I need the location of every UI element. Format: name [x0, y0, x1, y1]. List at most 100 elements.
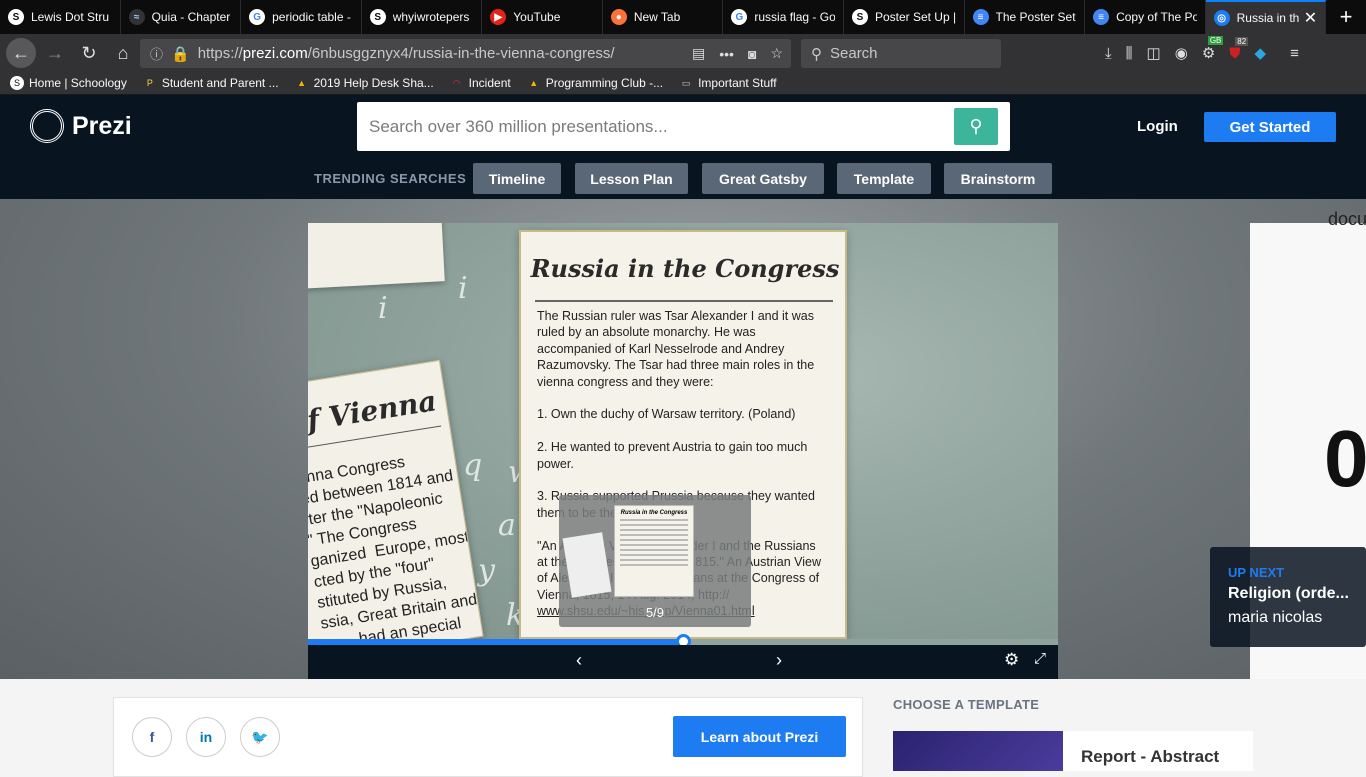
browser-tab[interactable]: ≡ Copy of The Po: [1085, 0, 1206, 34]
new-tab-icon[interactable]: +: [1326, 0, 1366, 34]
url-prefix: https://: [197, 45, 243, 62]
trending-chip-brainstorm[interactable]: Brainstorm: [944, 163, 1052, 194]
reload-button[interactable]: ↻: [74, 38, 104, 68]
settings-gear-icon[interactable]: ⚙: [1004, 650, 1019, 670]
browser-tab[interactable]: ◎ Russia in th ✕: [1205, 0, 1327, 34]
browser-tab[interactable]: S Lewis Dot Stru: [0, 0, 121, 34]
next-slide-icon[interactable]: ›: [776, 650, 782, 671]
bookmark-item[interactable]: ▭ Important Stuff: [679, 76, 777, 90]
trending-label: TRENDING SEARCHES: [314, 171, 467, 186]
browser-tab[interactable]: ≡ The Poster Set: [965, 0, 1086, 34]
browser-tab-label: Russia in th: [1236, 11, 1300, 25]
back-button[interactable]: ←: [6, 38, 36, 68]
linkedin-share-icon[interactable]: in: [186, 717, 226, 757]
related-big-glyph: 0: [1324, 414, 1366, 503]
google-icon: G: [249, 9, 266, 25]
facebook-share-icon[interactable]: f: [132, 717, 172, 757]
schoology-icon: S: [369, 9, 386, 25]
browser-tab[interactable]: Swhyiwrotepers: [362, 0, 483, 34]
account-icon[interactable]: ◉: [1175, 44, 1188, 62]
bookmark-label: Programming Club -...: [545, 76, 664, 90]
slide-title-divider: [535, 300, 833, 302]
info-icon[interactable]: ⓘ: [150, 44, 163, 63]
presentation-search-input[interactable]: Search over 360 million presentations...…: [357, 102, 1010, 151]
forward-button[interactable]: →: [40, 38, 70, 68]
prezi-logo[interactable]: Prezi: [30, 109, 132, 143]
browser-tab[interactable]: Gperiodic table -: [241, 0, 362, 34]
bookmark-item[interactable]: P Student and Parent ...: [143, 76, 279, 90]
feather-icon: P: [146, 78, 153, 88]
bookmark-item[interactable]: ◠ Incident: [450, 76, 511, 90]
slide-body-line: 2. He wanted to prevent Austria to gain …: [537, 440, 808, 455]
slide-body-line: vienna congress and they were:: [537, 374, 714, 389]
trending-chip-lesson-plan[interactable]: Lesson Plan: [575, 163, 688, 194]
browser-tab-label: russia flag - Go: [754, 10, 835, 24]
browser-tab[interactable]: ▶ YouTube: [482, 0, 603, 34]
download-icon[interactable]: ⤓: [1105, 45, 1112, 62]
fullscreen-icon[interactable]: ⤢: [1034, 650, 1046, 667]
browser-tab[interactable]: S Poster Set Up |: [844, 0, 965, 34]
slide-body-line: 1. Own the duchy of Warsaw territory. (P…: [537, 407, 796, 422]
bookmark-label: 2019 Help Desk Sha...: [313, 76, 434, 90]
search-button[interactable]: ⚲: [954, 108, 998, 145]
schoology-icon: S: [8, 9, 24, 25]
up-next-label: UP NEXT: [1228, 565, 1285, 580]
preview-line: [620, 519, 688, 521]
quia-icon: ≈: [128, 9, 145, 25]
url-bar[interactable]: ⓘ 🔒 https://prezi.com/6nbusggznyx4/russi…: [140, 39, 791, 68]
extension-gb-icon[interactable]: ⚙ GB: [1202, 36, 1224, 62]
bookmark-item[interactable]: ▲ Programming Club -...: [527, 76, 663, 90]
preview-line: [620, 534, 688, 536]
drive-icon: ▲: [529, 78, 539, 88]
preview-thumb-secondary: [562, 532, 612, 598]
browser-tab[interactable]: Grussia flag - Go: [723, 0, 844, 34]
vienna-card-body: enna Congress ed between 1814 and fter the…: [308, 444, 484, 639]
menu-icon[interactable]: ≡: [1290, 45, 1299, 62]
up-next-card[interactable]: UP NEXT Religion (orde... maria nicolas: [1210, 547, 1366, 647]
bookmark-star-icon[interactable]: ☆: [770, 45, 783, 62]
vienna-card-title: of Vienna: [308, 384, 439, 441]
home-button[interactable]: ⌂: [108, 38, 138, 68]
preview-line: [620, 549, 688, 551]
slide-counter: 5/9: [645, 605, 665, 620]
library-icon[interactable]: ⫼: [1126, 45, 1133, 62]
browser-tab-label: Poster Set Up |: [874, 10, 956, 24]
learn-about-prezi-button[interactable]: Learn about Prezi: [673, 716, 846, 757]
drive-icon: ▲: [297, 78, 307, 88]
get-started-button[interactable]: Get Started: [1204, 112, 1336, 142]
trending-chip-timeline[interactable]: Timeline: [473, 163, 561, 194]
prezi-logo-icon: [30, 109, 64, 143]
trending-chip-template[interactable]: Template: [837, 163, 931, 194]
extension-blue-icon[interactable]: ◆: [1255, 44, 1267, 62]
more-actions-icon[interactable]: •••: [719, 46, 734, 62]
search-icon: ⚲: [811, 45, 822, 63]
prezi-logo-text: Prezi: [72, 111, 132, 140]
pocket-icon[interactable]: ◙: [748, 46, 756, 62]
close-tab-icon[interactable]: ✕: [1304, 8, 1317, 28]
reader-view-icon[interactable]: ▤: [692, 45, 705, 62]
decor-letter: a: [498, 508, 516, 543]
bookmark-item[interactable]: ▲ 2019 Help Desk Sha...: [295, 76, 434, 90]
preview-line: [620, 554, 688, 556]
ublock-icon[interactable]: ⛊ 82: [1229, 36, 1249, 62]
previous-slide-icon[interactable]: ‹: [576, 650, 582, 671]
browser-tab-label: Lewis Dot Stru: [31, 10, 110, 24]
browser-tab-label: whyiwrotepers: [392, 10, 470, 24]
sidebar-icon[interactable]: ◫: [1147, 44, 1161, 62]
slide-body-line: [537, 472, 827, 488]
template-card[interactable]: Report - Abstract: [893, 731, 1253, 771]
slide-body-line: [537, 423, 827, 439]
share-panel: f in 🐦 Learn about Prezi: [113, 697, 863, 777]
presentation-slide[interactable]: i i q w a y k r of Vienna enna Congresse…: [308, 223, 1058, 639]
twitter-share-icon[interactable]: 🐦: [240, 717, 280, 757]
trending-chip-great-gatsby[interactable]: Great Gatsby: [702, 163, 824, 194]
up-next-title: Religion (orde...: [1228, 585, 1349, 602]
browser-tab[interactable]: ● New Tab: [603, 0, 724, 34]
presentation-search-placeholder: Search over 360 million presentations...: [369, 116, 668, 136]
browser-tab[interactable]: ≈ Quia - Chapter: [121, 0, 242, 34]
ublock-badge: 82: [1235, 36, 1249, 46]
url-path: /6nbusggznyx4/russia-in-the-vienna-congr…: [307, 45, 615, 62]
login-link[interactable]: Login: [1137, 118, 1178, 135]
bookmark-item[interactable]: S Home | Schoology: [10, 76, 127, 90]
browser-search-input[interactable]: ⚲ Search: [801, 39, 1001, 68]
